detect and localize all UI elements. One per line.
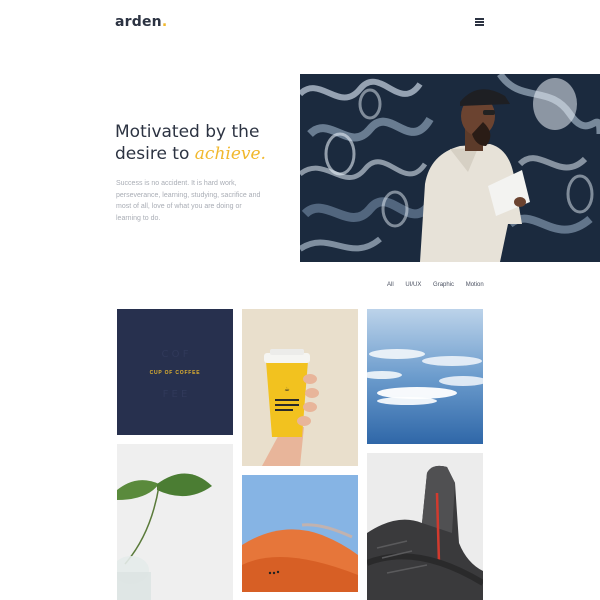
portfolio-filters: All UI/UX Graphic Motion <box>387 282 494 288</box>
svg-text:☕: ☕ <box>284 386 289 393</box>
portfolio-tile-clouds[interactable] <box>367 309 483 444</box>
hero-title: Motivated by the desire to achieve. <box>115 121 290 165</box>
logo[interactable]: arden. <box>115 14 167 30</box>
hero-description: Success is no accident. It is hard work,… <box>116 180 261 222</box>
filter-motion[interactable]: Motion <box>466 282 484 288</box>
hero-title-line1: Motivated by the <box>115 122 260 142</box>
hero-image <box>300 74 600 262</box>
svg-text:C O F: C O F <box>162 349 189 360</box>
coffee-label-text: CUP OF COFFEE <box>149 370 201 376</box>
filter-graphic[interactable]: Graphic <box>433 282 454 288</box>
portfolio-tile-plant[interactable] <box>117 444 233 600</box>
hamburger-menu-icon[interactable] <box>475 18 484 26</box>
portfolio-tile-sneaker[interactable] <box>367 453 483 600</box>
filter-all[interactable]: All <box>387 282 394 288</box>
portfolio-tile-desert[interactable] <box>242 475 358 592</box>
logo-text: arden <box>115 14 162 30</box>
svg-text:F E E: F E E <box>163 389 188 400</box>
filter-ui-ux[interactable]: UI/UX <box>405 282 421 288</box>
logo-dot: . <box>161 14 168 30</box>
hero-title-prefix: desire to <box>115 144 195 164</box>
hero-title-accent: achieve. <box>194 144 266 164</box>
portfolio-tile-coffee-label[interactable]: C O F F E E CUP OF COFFEE <box>117 309 233 435</box>
portfolio-tile-coffee-cup[interactable]: ☕ <box>242 309 358 466</box>
